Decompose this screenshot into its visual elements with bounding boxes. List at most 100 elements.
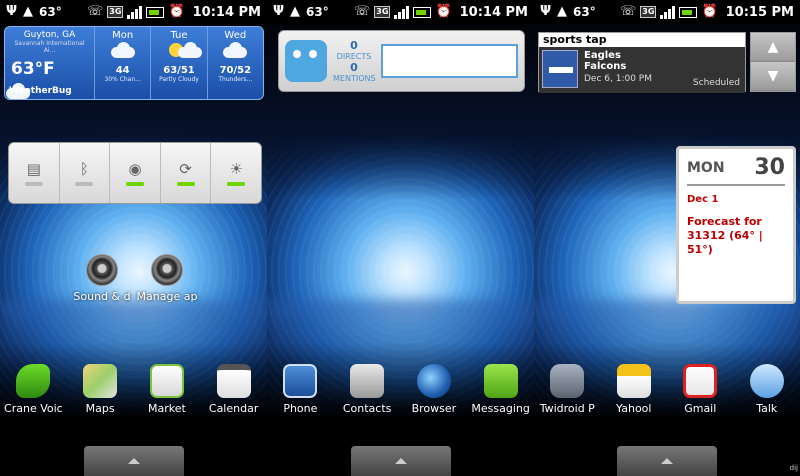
calendar-day-of-week: MON bbox=[687, 159, 725, 176]
app-drawer-handle[interactable] bbox=[617, 446, 717, 476]
toggle-indicator bbox=[227, 182, 246, 186]
brightness-toggle[interactable]: ☀ bbox=[211, 143, 261, 203]
sportstap-logo: sports tap bbox=[539, 33, 745, 47]
corner-watermark: dij bbox=[789, 464, 798, 472]
app-label: Browser bbox=[411, 402, 457, 415]
weather-station: Savannah International Ai... bbox=[14, 40, 85, 54]
app-twidroid[interactable]: Twidroid P bbox=[534, 360, 601, 430]
home-screen-2: Ψ ▲ 63° ☏ 3G ⏰ 10:14 PM 0 DIRECTS 0 MENT… bbox=[267, 0, 534, 476]
thunderstorm-icon bbox=[220, 41, 250, 61]
sync-toggle[interactable]: ⟳ bbox=[161, 143, 212, 203]
phone-signal-icon: ☏ bbox=[87, 4, 104, 19]
globe-icon bbox=[416, 364, 451, 398]
gps-toggle[interactable]: ◉ bbox=[110, 143, 161, 203]
forecast-day-name: Wed bbox=[224, 30, 247, 41]
shortcut-manage-apps[interactable]: Manage ap bbox=[132, 254, 202, 303]
directs-count: 0 bbox=[350, 39, 358, 52]
app-label: Gmail bbox=[684, 402, 717, 415]
battery-icon bbox=[146, 6, 165, 18]
home-screen-1: Ψ ▲ 63° ☏ 3G ⏰ 10:14 PM Guyton, GA Savan… bbox=[0, 0, 267, 476]
app-drawer-handle[interactable] bbox=[83, 446, 184, 476]
app-label: Market bbox=[147, 402, 186, 415]
app-label: Maps bbox=[85, 402, 115, 415]
forecast-day: Wed 70/52 Thunders... bbox=[208, 27, 263, 99]
talk-bubble-icon bbox=[749, 364, 784, 398]
calendar-header: MON 30 bbox=[687, 155, 785, 186]
app-talk[interactable]: Talk bbox=[734, 360, 800, 430]
event-date: Dec 1 bbox=[687, 194, 719, 205]
arrow-down-icon: ▼ bbox=[767, 68, 779, 84]
bluetooth-icon: ᛒ bbox=[79, 160, 89, 178]
twidroid-counts: 0 DIRECTS 0 MENTIONS bbox=[333, 39, 376, 83]
calendar-icon bbox=[216, 364, 251, 398]
app-calendar[interactable]: Calendar bbox=[200, 360, 267, 430]
phone-signal-icon: ☏ bbox=[620, 4, 637, 19]
chevron-up-icon bbox=[394, 458, 407, 464]
scroll-up-button[interactable]: ▲ bbox=[751, 33, 795, 62]
twidroid-mascot-icon bbox=[285, 40, 327, 82]
network-type-icon: 3G bbox=[640, 6, 657, 18]
alarm-icon: ⏰ bbox=[701, 4, 718, 19]
rain-icon bbox=[108, 41, 138, 61]
weatherbug-widget[interactable]: Guyton, GA Savannah International Ai... … bbox=[4, 26, 264, 100]
app-yahoo[interactable]: Yahool bbox=[601, 360, 668, 430]
contacts-icon bbox=[350, 364, 385, 398]
status-temperature: 63° bbox=[306, 5, 329, 19]
app-market[interactable]: Market bbox=[134, 360, 201, 430]
power-control-widget: ▤ ᛒ ◉ ⟳ ☀ bbox=[8, 142, 262, 204]
twidroid-widget[interactable]: 0 DIRECTS 0 MENTIONS bbox=[278, 30, 525, 92]
forecast-day-condition: 30% Chan... bbox=[104, 76, 141, 83]
tweet-input[interactable] bbox=[381, 44, 518, 78]
app-drawer-handle[interactable] bbox=[350, 446, 451, 476]
game-info: Eagles Falcons Dec 6, 1:00 PM Scheduled bbox=[584, 50, 742, 90]
team-logo-icon bbox=[542, 50, 578, 88]
gmail-icon bbox=[683, 364, 718, 398]
bluetooth-toggle[interactable]: ᛒ bbox=[60, 143, 111, 203]
shortcut-sound-display[interactable]: Sound & d bbox=[67, 254, 137, 303]
signal-bars-icon bbox=[660, 5, 676, 19]
mentions-count: 0 bbox=[350, 61, 358, 74]
market-bag-icon bbox=[149, 364, 184, 398]
forecast-day-temp: 70/52 bbox=[219, 65, 252, 76]
weatherbug-logo: WeatherBug bbox=[9, 86, 72, 96]
cloud-icon bbox=[175, 41, 202, 61]
game-card: Eagles Falcons Dec 6, 1:00 PM Scheduled bbox=[539, 47, 745, 93]
forecast-day: Tue 63/51 Partly Cloudy bbox=[151, 27, 208, 99]
sportstap-widget[interactable]: sports tap Eagles Falcons Dec 6, 1:00 PM… bbox=[538, 32, 746, 93]
app-crane-voice[interactable]: Crane Voic bbox=[0, 360, 67, 430]
warning-icon: ▲ bbox=[290, 4, 301, 19]
app-label: Messaging bbox=[471, 402, 530, 415]
calendar-day-number: 30 bbox=[754, 155, 785, 180]
app-phone[interactable]: Phone bbox=[267, 360, 334, 430]
settings-knob-icon bbox=[86, 254, 118, 286]
sync-icon: ⟳ bbox=[179, 160, 192, 178]
app-browser[interactable]: Browser bbox=[401, 360, 468, 430]
home-screen-3: Ψ ▲ 63° ☏ 3G ⏰ 10:15 PM sports tap Eagle… bbox=[534, 0, 800, 476]
app-gmail[interactable]: Gmail bbox=[667, 360, 734, 430]
mentions-label: MENTIONS bbox=[333, 74, 376, 83]
weather-current-temp: 63°F bbox=[11, 59, 55, 79]
app-dock: Crane Voic Maps Market Calendar bbox=[0, 360, 267, 430]
toggle-indicator bbox=[75, 182, 94, 186]
toggle-indicator bbox=[176, 182, 195, 186]
calendar-widget[interactable]: MON 30 Dec 1 Forecast for 31312 (64° | 5… bbox=[676, 146, 796, 304]
wifi-toggle[interactable]: ▤ bbox=[9, 143, 60, 203]
app-dock: Twidroid P Yahool Gmail Talk bbox=[534, 360, 800, 430]
app-label: Twidroid P bbox=[539, 402, 595, 415]
scroll-down-button[interactable]: ▼ bbox=[751, 62, 795, 91]
gps-icon: ◉ bbox=[128, 160, 142, 178]
event-title: Forecast for 31312 (64° | 51°) bbox=[687, 215, 763, 256]
forecast-day-condition: Thunders... bbox=[218, 76, 253, 83]
alarm-icon: ⏰ bbox=[435, 4, 452, 19]
battery-icon bbox=[413, 6, 432, 18]
app-messaging[interactable]: Messaging bbox=[467, 360, 534, 430]
app-maps[interactable]: Maps bbox=[67, 360, 134, 430]
settings-knob-icon bbox=[151, 254, 183, 286]
app-contacts[interactable]: Contacts bbox=[334, 360, 401, 430]
arrow-up-icon: ▲ bbox=[767, 39, 779, 55]
forecast-day: Mon 44 30% Chan... bbox=[95, 27, 152, 99]
warning-icon: ▲ bbox=[557, 4, 568, 19]
network-type-icon: 3G bbox=[374, 6, 391, 18]
wifi-icon: ▤ bbox=[26, 160, 41, 178]
phone-signal-icon: ☏ bbox=[354, 4, 371, 19]
